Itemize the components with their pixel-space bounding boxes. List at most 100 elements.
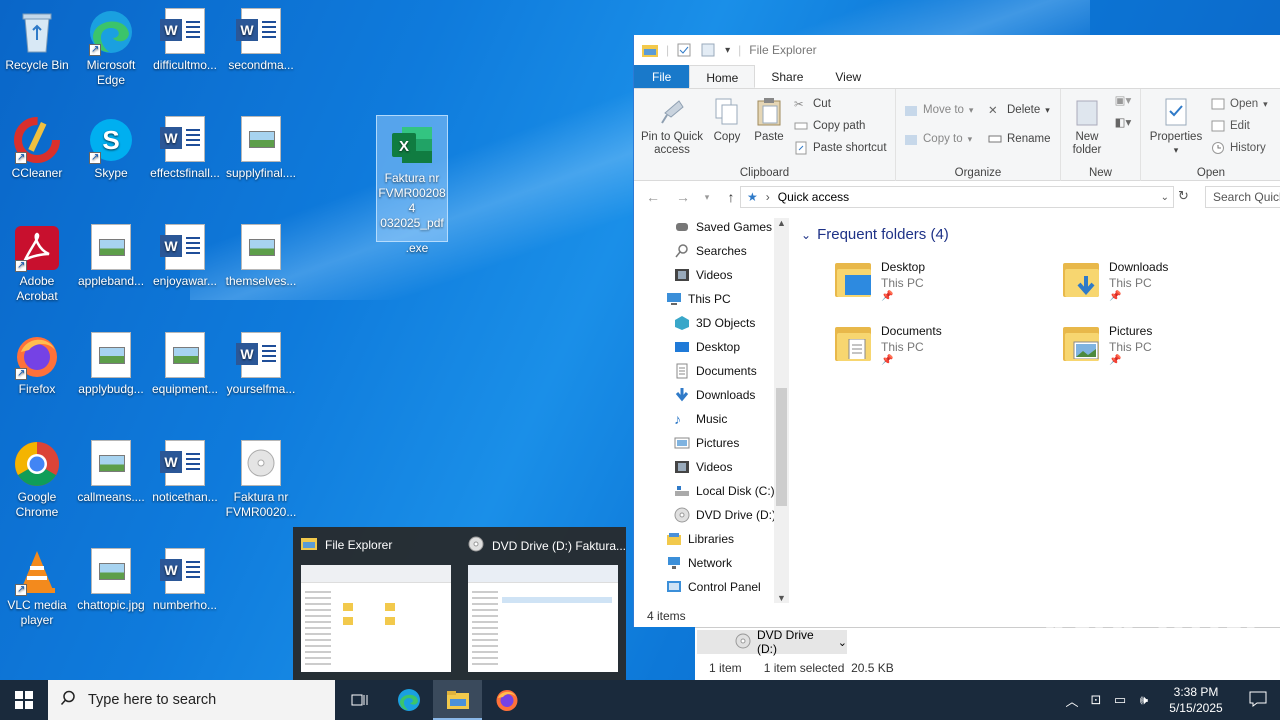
nav-item-this-pc[interactable]: This PC [666, 288, 731, 310]
desktop-icon-image-file[interactable]: themselves... [224, 224, 298, 289]
desktop-icon-adobe-acrobat[interactable]: Adobe Acrobat [0, 224, 74, 304]
open-button[interactable]: Open ▾ [1211, 97, 1268, 111]
nav-item-network[interactable]: Network [666, 552, 732, 574]
desktop-icon-word-file[interactable]: W enjoyawar... [148, 224, 222, 289]
navigation-scrollbar[interactable]: ▲ ▼ [774, 218, 789, 603]
dvd-drive-tab[interactable]: DVD Drive (D:) ⌄ [697, 628, 847, 656]
nav-item-pictures[interactable]: Pictures [674, 432, 739, 454]
copy-button[interactable]: Copy [708, 97, 746, 144]
desktop-icon-word-file[interactable]: W effectsfinall... [148, 116, 222, 181]
nav-item-3d-objects[interactable]: 3D Objects [674, 312, 755, 334]
desktop-icon-image-file[interactable]: equipment... [148, 332, 222, 397]
desktop-icon-ccleaner[interactable]: CCleaner [0, 116, 74, 181]
nav-item-downloads[interactable]: Downloads [674, 384, 755, 406]
nav-item-local-disk[interactable]: Local Disk (C:) [674, 480, 775, 502]
notification-icon[interactable] [1236, 691, 1280, 710]
history-button[interactable]: History [1211, 141, 1266, 155]
nav-item-saved-games[interactable]: Saved Games [674, 216, 772, 238]
back-button[interactable]: ← [642, 189, 664, 205]
desktop-icon-recycle-bin[interactable]: Recycle Bin [0, 8, 74, 73]
desktop-icon-skype[interactable]: S Skype [74, 116, 148, 181]
folder-tile-downloads[interactable]: Downloads This PC 📌 [1061, 259, 1168, 302]
frequent-folders-header[interactable]: ⌄ Frequent folders (4) [801, 226, 949, 243]
taskbar-firefox-button[interactable] [482, 680, 531, 720]
chevron-up-icon[interactable]: ︿ [1060, 691, 1084, 710]
tab-view[interactable]: View [819, 65, 877, 88]
search-input[interactable]: Search Quick access [1205, 186, 1280, 208]
file-explorer-window[interactable]: | ▾ | File Explorer File Home Share View… [633, 35, 1280, 627]
folder-tile-desktop[interactable]: Desktop This PC 📌 [833, 259, 925, 302]
paste-shortcut-button[interactable]: Paste shortcut [794, 141, 887, 155]
edit-button[interactable]: Edit [1211, 119, 1250, 133]
tab-file[interactable]: File [634, 65, 690, 88]
clock[interactable]: 3:38 PM 5/15/2025 [1156, 684, 1236, 716]
desktop-icon-word-file[interactable]: W numberho... [148, 548, 222, 613]
cut-button[interactable]: ✂ Cut [794, 97, 831, 111]
title-bar[interactable]: | ▾ | File Explorer [634, 35, 1280, 65]
customize-toolbar-icon[interactable]: ▾ [725, 45, 730, 56]
properties-button[interactable]: Properties ▾ [1147, 97, 1205, 157]
desktop-icon-image-file[interactable]: appleband... [74, 224, 148, 289]
scroll-up-icon[interactable]: ▲ [777, 218, 786, 228]
copy-to-button[interactable]: Copy to ▾ [904, 132, 972, 146]
rename-button[interactable]: Rename [988, 132, 1050, 146]
desktop-icon-disc-image[interactable]: Faktura nr FVMR0020... [224, 440, 298, 520]
nav-item-music[interactable]: ♪ Music [674, 408, 727, 430]
nav-item-dvd-drive[interactable]: DVD Drive (D:) [674, 504, 776, 526]
device-icon[interactable]: ⊡ [1084, 692, 1108, 708]
delete-button[interactable]: ✕ Delete ▾ [988, 103, 1050, 117]
properties-quick-icon[interactable] [677, 43, 693, 57]
copy-path-button[interactable]: Copy path [794, 119, 865, 133]
paste-button[interactable]: Paste [750, 97, 788, 144]
taskbar-edge-button[interactable] [384, 680, 433, 720]
desktop-icon-microsoft-edge[interactable]: Microsoft Edge [74, 8, 148, 88]
move-to-button[interactable]: Move to ▾ [904, 103, 973, 117]
pin-icon: 📌 [881, 355, 894, 366]
taskbar-search-box[interactable]: Type here to search [48, 680, 335, 720]
nav-item-libraries[interactable]: Libraries [666, 528, 734, 550]
desktop-icon-vlc[interactable]: VLC media player [0, 548, 74, 628]
desktop-icon-image-file[interactable]: callmeans.... [74, 440, 148, 505]
address-bar[interactable]: ★ › Quick access ⌄ [740, 186, 1174, 208]
desktop-icon-faktura-exe[interactable]: X Faktura nr FVMR002084 032025_pdf .exe [376, 115, 448, 255]
tab-share[interactable]: Share [755, 65, 819, 88]
nav-item-searches[interactable]: Searches [674, 240, 747, 262]
nav-item-videos-pc[interactable]: Videos [674, 456, 732, 478]
folder-tile-pictures[interactable]: Pictures This PC 📌 [1061, 323, 1152, 366]
easy-access-button[interactable]: ◧▾ [1111, 117, 1135, 130]
desktop-icon-image-file[interactable]: chattopic.jpg [74, 548, 148, 613]
task-view-button[interactable] [335, 680, 384, 720]
pin-to-quick-access-button[interactable]: Pin to Quick access [639, 97, 705, 157]
new-item-button[interactable]: ▣▾ [1111, 95, 1135, 108]
thumbnail-file-explorer[interactable]: File Explorer [293, 527, 459, 680]
desktop-icon-image-file[interactable]: supplyfinal.... [224, 116, 298, 181]
desktop-icon-word-file[interactable]: W noticethan... [148, 440, 222, 505]
chevron-down-icon[interactable]: ⌄ [838, 636, 847, 649]
desktop-icon-word-file[interactable]: W yourselfma... [224, 332, 298, 397]
nav-item-videos[interactable]: Videos [674, 264, 732, 286]
up-button[interactable]: ↑ [720, 189, 742, 205]
thumbnail-dvd-drive[interactable]: DVD Drive (D:) Faktura... [460, 527, 626, 680]
nav-item-control-panel[interactable]: Control Panel [666, 576, 761, 598]
scroll-down-icon[interactable]: ▼ [777, 593, 786, 603]
desktop-icon-firefox[interactable]: Firefox [0, 332, 74, 397]
folder-tile-documents[interactable]: Documents This PC 📌 [833, 323, 942, 366]
refresh-icon[interactable]: ↻ [1178, 188, 1189, 204]
start-button[interactable] [0, 680, 48, 720]
desktop-icon-google-chrome[interactable]: Google Chrome [0, 440, 74, 520]
network-icon[interactable]: ▭ [1108, 692, 1132, 708]
volume-icon[interactable]: 🕪 [1132, 692, 1156, 708]
tab-home[interactable]: Home [689, 65, 756, 88]
desktop-icon-image-file[interactable]: applybudg... [74, 332, 148, 397]
taskbar-file-explorer-button[interactable] [433, 680, 482, 720]
forward-button[interactable]: → [672, 189, 694, 205]
recent-locations-button[interactable]: ▾ [702, 192, 712, 203]
nav-item-desktop[interactable]: Desktop [674, 336, 740, 358]
address-dropdown-icon[interactable]: ⌄ [1161, 192, 1169, 203]
scrollbar-thumb[interactable] [776, 388, 787, 506]
desktop-icon-word-file[interactable]: W secondma... [224, 8, 298, 73]
desktop-icon-word-file[interactable]: W difficultmo... [148, 8, 222, 73]
new-folder-button[interactable]: New folder [1067, 97, 1107, 157]
new-folder-quick-icon[interactable] [701, 43, 717, 57]
nav-item-documents[interactable]: Documents [674, 360, 757, 382]
